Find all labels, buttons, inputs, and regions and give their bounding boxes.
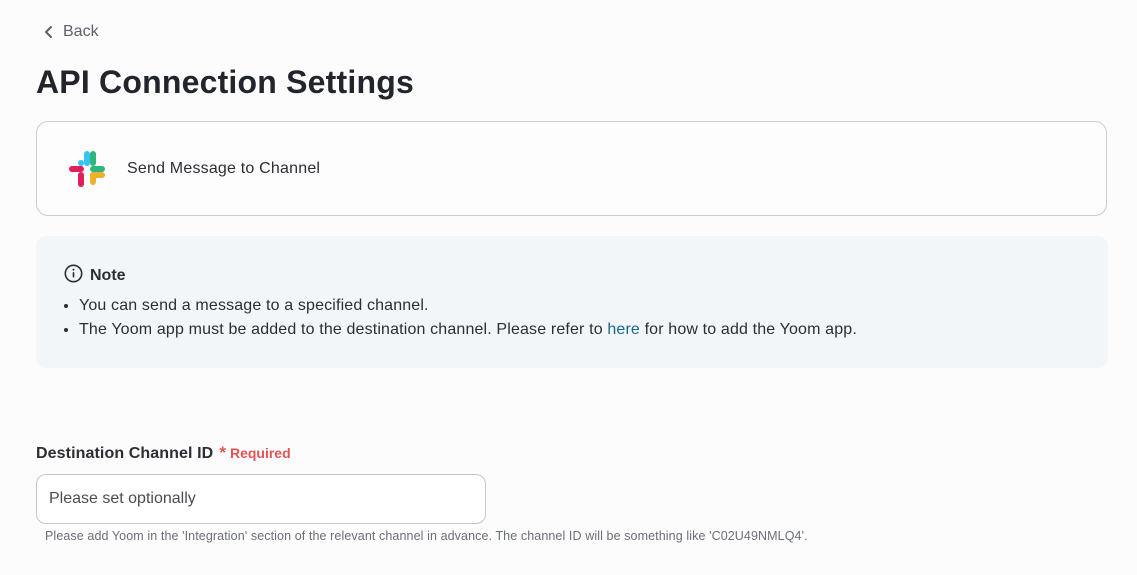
chevron-left-icon [42,25,56,39]
note-item-text: The Yoom app must be added to the destin… [79,321,608,338]
help-link[interactable]: here [607,321,640,338]
action-card: Send Message to Channel [36,121,1107,216]
field-label: Destination Channel ID [36,445,214,462]
back-label: Back [63,23,99,40]
action-label: Send Message to Channel [127,159,321,177]
field-helper-text: Please add Yoom in the 'Integration' sec… [45,529,808,543]
field-label-row: Destination Channel ID * Required [36,443,291,463]
note-item: You can send a message to a specified ch… [79,294,857,318]
required-badge: Required [229,445,291,461]
required-asterisk: * [219,443,226,462]
page-title: API Connection Settings [36,64,414,100]
note-header: Note [64,264,126,288]
note-box: Note You can send a message to a specifi… [36,236,1108,368]
note-item-text: for how to add the Yoom app. [639,321,857,338]
note-item: The Yoom app must be added to the destin… [79,318,857,342]
info-icon [64,264,83,288]
back-link[interactable]: Back [42,23,99,41]
slack-logo [69,150,105,187]
note-item-text: You can send a message to a specified ch… [79,297,429,314]
note-list: You can send a message to a specified ch… [61,294,857,342]
note-title: Note [90,267,126,284]
channel-id-input[interactable] [36,474,486,524]
